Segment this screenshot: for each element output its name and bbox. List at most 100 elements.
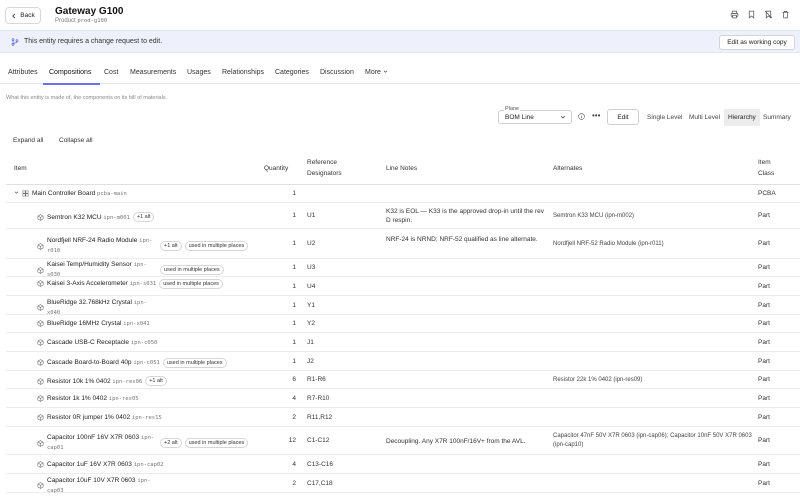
- item-name: Nordfjell NRF-24 Radio Module: [47, 237, 138, 244]
- tab-measurements[interactable]: Measurements: [130, 69, 176, 76]
- item-label[interactable]: Nordfjell NRF-24 Radio Module ipn-r010: [47, 236, 157, 256]
- tab-attributes[interactable]: Attributes: [8, 69, 38, 76]
- tab-description: What this entity is made of, the compone…: [6, 95, 168, 101]
- quantity-cell: 4: [292, 394, 296, 402]
- tab-compositions[interactable]: Compositions: [49, 69, 91, 76]
- item-cell: BlueRidge 16MHz Crystal ipn-x041: [37, 320, 150, 327]
- quantity-cell: 6: [292, 376, 296, 383]
- item-label[interactable]: Capacitor 100nF 16V X7R 0603 ipn-cap01: [47, 433, 157, 453]
- table-row: BlueRidge 16MHz Crystal ipn-x041 1 Y2 Part: [6, 315, 800, 333]
- item-class-cell: Part: [758, 338, 770, 346]
- item-cell: Resistor 1k 1% 0402 ipn-res05: [37, 395, 139, 402]
- item-label[interactable]: Main Controller Board pcba-main: [32, 190, 127, 197]
- expand-all-button[interactable]: Expand all: [13, 137, 43, 144]
- item-part-number: ipn-cap02: [133, 461, 164, 468]
- plane-label: Plane: [504, 106, 521, 112]
- item-label[interactable]: Capacitor 1uF 16V X7R 0603 ipn-cap02: [47, 461, 164, 468]
- item-label[interactable]: Cascade Board-to-Board 40p ipn-c051: [47, 359, 160, 366]
- item-cell: Capacitor 1uF 16V X7R 0603 ipn-cap02: [37, 461, 164, 468]
- reference-designators-cell: C17,C18: [307, 479, 333, 487]
- tab-more[interactable]: More: [365, 69, 388, 76]
- chevron-down-icon[interactable]: [14, 190, 19, 197]
- table-row: Resistor 1k 1% 0402 ipn-res05 4 R7-R10 Part: [6, 389, 800, 408]
- item-part-number: pcba-main: [97, 191, 127, 197]
- part-icon: [37, 460, 44, 468]
- item-label[interactable]: BlueRidge 16MHz Crystal ipn-x041: [47, 320, 150, 327]
- quantity-cell: 12: [288, 437, 296, 444]
- column-designators: Designators: [307, 170, 342, 177]
- item-part-number: ipn-res15: [131, 414, 162, 421]
- column-item-class-1: Item: [758, 159, 771, 166]
- table-row: Nordfjell NRF-24 Radio Module ipn-r010 +1…: [6, 229, 800, 259]
- item-part-number: ipn-s031: [129, 280, 157, 287]
- tab-relationships[interactable]: Relationships: [222, 69, 264, 76]
- collapse-all-button[interactable]: Collapse all: [59, 137, 93, 144]
- reference-designators-cell: R7-R10: [307, 394, 330, 402]
- item-name: Capacitor 10uF 10V X7R 0603: [47, 476, 136, 484]
- item-cell: Capacitor 10uF 10V X7R 0603 ipn-cap03: [37, 476, 157, 496]
- tab-categories[interactable]: Categories: [275, 69, 309, 76]
- reference-designators-cell: R1-R6: [307, 376, 326, 383]
- printer-icon[interactable]: [730, 10, 739, 19]
- quantity-cell: 1: [292, 264, 296, 271]
- item-cell: Kaisei 3-Axis Accelerometer ipn-s031 used…: [37, 278, 223, 289]
- table-row: Kaisei 3-Axis Accelerometer ipn-s031 used…: [6, 277, 800, 296]
- part-icon: [37, 213, 44, 221]
- reference-designators-cell: J1: [307, 338, 314, 346]
- quantity-cell: 1: [292, 190, 296, 197]
- active-tab-indicator: [43, 83, 100, 85]
- item-name: Main Controller Board: [32, 190, 96, 197]
- item-label[interactable]: Resistor 1k 1% 0402 ipn-res05: [47, 395, 139, 402]
- item-name: Capacitor 100nF 16V X7R 0603: [47, 434, 140, 441]
- table-row: Cascade USB-C Receptacle ipn-c050 1 J1 Part: [6, 333, 800, 352]
- git-branch-icon: [11, 38, 19, 46]
- alternates-cell: Semtron K33 MCU (ipn-m002): [553, 213, 635, 219]
- reference-designators-cell: C1-C12: [307, 437, 330, 444]
- chevron-down-icon: [383, 70, 388, 73]
- alternates-badge: +1 alt: [160, 241, 182, 251]
- item-cell: Cascade Board-to-Board 40p ipn-c051 used …: [37, 357, 227, 368]
- bookmark-icon[interactable]: [747, 10, 756, 19]
- item-label[interactable]: Resistor 0R jumper 1% 0402 ipn-res15: [47, 414, 162, 421]
- view-hierarchy[interactable]: Hierarchy: [724, 109, 760, 126]
- reference-designators-cell: U2: [307, 240, 316, 247]
- column-line-notes: Line Notes: [386, 165, 418, 172]
- table-row: BlueRidge 32.768kHz Crystal ipn-x040 1 Y1 P…: [6, 296, 800, 316]
- bookmark-off-icon[interactable]: [764, 10, 773, 19]
- view-multi-level[interactable]: Multi Level: [689, 114, 720, 121]
- item-label[interactable]: Semtron K32 MCU ipn-m001: [47, 214, 130, 221]
- item-cell: Capacitor 100nF 16V X7R 0603 ipn-cap01 +2…: [37, 433, 249, 453]
- part-icon: [37, 439, 44, 447]
- back-button[interactable]: Back: [5, 7, 41, 24]
- tab-usages[interactable]: Usages: [187, 69, 211, 76]
- quantity-cell: 1: [292, 338, 296, 346]
- column-reference: Reference: [307, 159, 337, 166]
- item-label[interactable]: Kaisei 3-Axis Accelerometer ipn-s031: [47, 279, 156, 289]
- trash-icon[interactable]: [781, 10, 790, 19]
- item-label[interactable]: Resistor 10k 1% 0402 ipn-res06: [47, 378, 142, 385]
- item-label[interactable]: Cascade USB-C Receptacle ipn-c050: [47, 339, 157, 346]
- reference-designators-cell: U4: [307, 282, 316, 290]
- item-name: Kaisei Temp/Humidity Sensor: [47, 261, 132, 268]
- item-part-number: ipn-res05: [108, 395, 139, 402]
- edit-button[interactable]: Edit: [607, 109, 639, 125]
- item-class-cell: Part: [758, 413, 770, 421]
- view-summary[interactable]: Summary: [763, 114, 791, 121]
- item-cell: Semtron K32 MCU ipn-m001 +1 alt: [37, 212, 155, 222]
- item-name: Semtron K32 MCU: [47, 213, 102, 221]
- view-single-level[interactable]: Single Level: [647, 114, 682, 121]
- table-row: Capacitor 10uF 10V X7R 0603 ipn-cap03 2 C1…: [6, 474, 800, 496]
- part-icon: [37, 482, 44, 489]
- info-icon[interactable]: [578, 113, 585, 120]
- reference-designators-cell: R11,R12: [307, 413, 333, 421]
- multi-use-badge: used in multiple places: [184, 438, 249, 448]
- edit-working-copy-button[interactable]: Edit as working copy: [719, 35, 795, 50]
- more-options-icon[interactable]: •••: [592, 111, 600, 120]
- part-icon: [37, 266, 44, 274]
- plane-select[interactable]: BOM Line: [498, 110, 572, 124]
- part-icon: [37, 320, 44, 327]
- tab-cost[interactable]: Cost: [104, 69, 118, 76]
- tab-discussion[interactable]: Discussion: [320, 69, 354, 76]
- item-class-cell: Part: [758, 264, 770, 271]
- item-label[interactable]: Capacitor 10uF 10V X7R 0603 ipn-cap03: [47, 476, 157, 496]
